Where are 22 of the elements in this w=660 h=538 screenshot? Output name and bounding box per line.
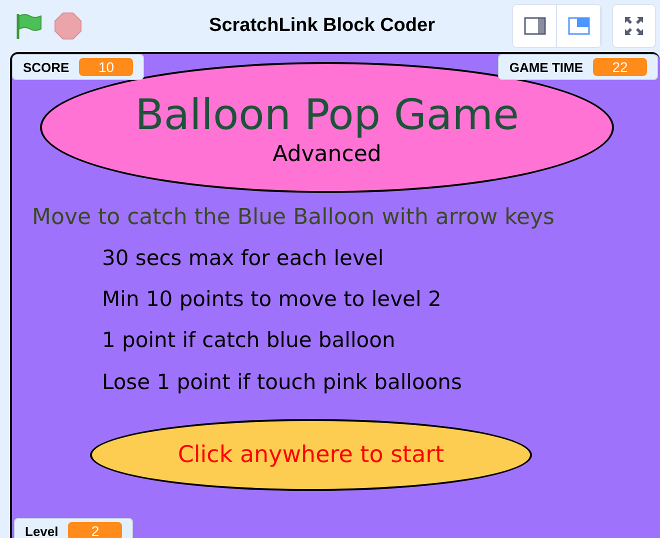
rule-text: 30 secs max for each level: [102, 246, 384, 272]
start-button[interactable]: Click anywhere to start: [90, 418, 532, 491]
monitor-value: 2: [68, 522, 122, 538]
monitor-label: Level: [25, 524, 58, 538]
window-title: ScratchLink Block Coder: [208, 15, 436, 37]
instruction-text: Move to catch the Blue Balloon with arrow keys: [32, 205, 555, 230]
monitor-value: 22: [593, 58, 647, 76]
small-stage-icon: [524, 17, 546, 35]
monitor-value: 10: [79, 58, 134, 76]
fullscreen-button[interactable]: [612, 4, 656, 48]
game-title: Balloon Pop Game: [135, 94, 519, 136]
game-stage[interactable]: [10, 52, 660, 538]
game-subtitle: Advanced: [272, 142, 382, 167]
monitor-label: GAME TIME: [509, 60, 583, 74]
small-stage-button[interactable]: [513, 5, 557, 47]
fullscreen-icon: [623, 15, 645, 37]
flag-icon[interactable]: [14, 11, 44, 41]
rule-text: Lose 1 point if touch pink balloons: [102, 370, 462, 395]
monitor-label: SCORE: [23, 60, 70, 74]
rule-text: Min 10 points to move to level 2: [102, 287, 442, 312]
normal-stage-icon: [568, 17, 590, 35]
rule-text: 1 point if catch blue balloon: [102, 328, 396, 354]
